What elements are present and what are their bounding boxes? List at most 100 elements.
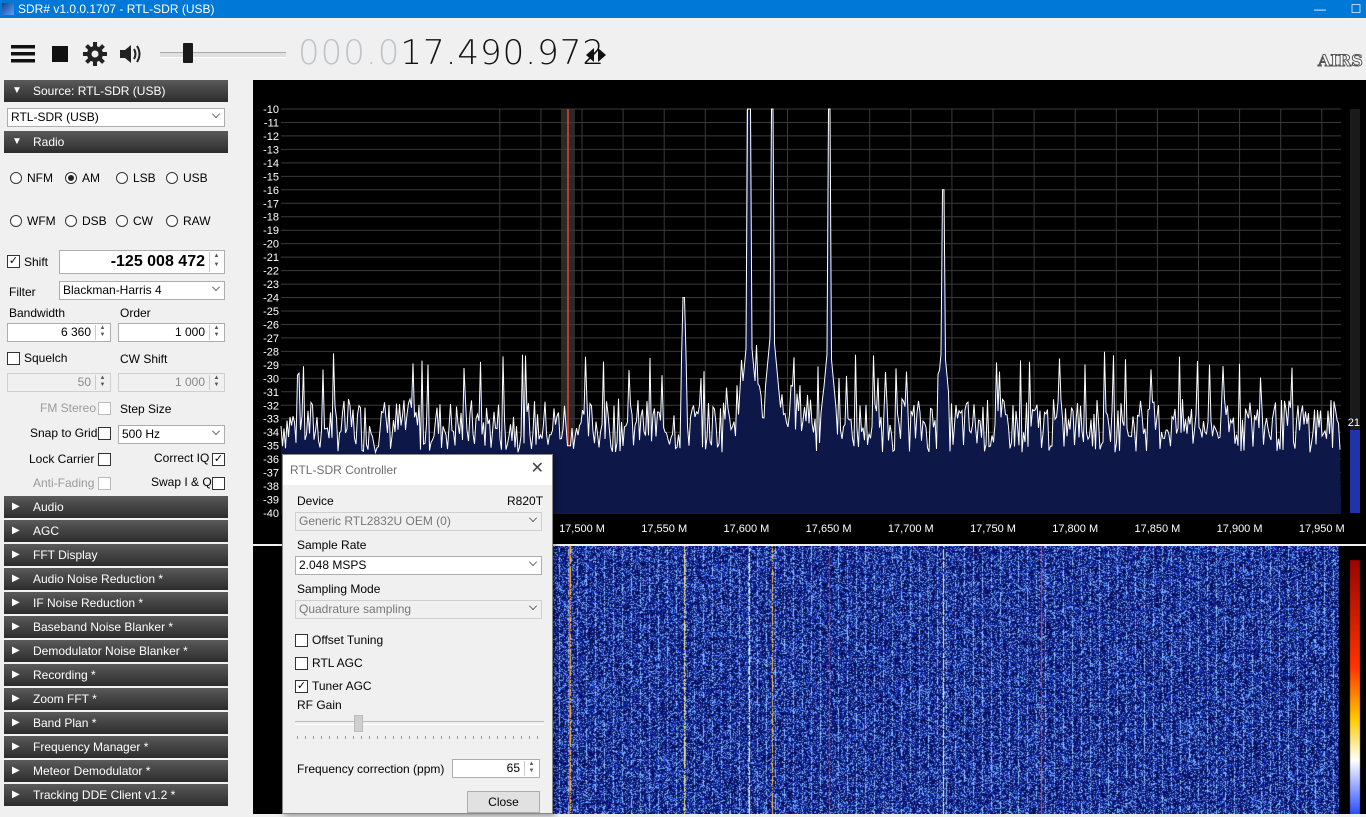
correct-iq-checkbox[interactable]: ✓ bbox=[212, 453, 225, 466]
expand-icon: ▶ bbox=[12, 765, 20, 776]
rtl-agc-checkbox[interactable] bbox=[295, 657, 308, 670]
step-size-select[interactable]: 500 Hz bbox=[118, 425, 225, 444]
mode-radio-raw[interactable] bbox=[166, 215, 178, 227]
y-tick-label: -34 bbox=[263, 427, 279, 439]
expand-icon: ▶ bbox=[12, 621, 20, 632]
sampling-mode-select[interactable]: Quadrature sampling bbox=[295, 600, 542, 619]
anti-fading-checkbox[interactable] bbox=[98, 477, 111, 490]
expand-icon: ▶ bbox=[12, 549, 20, 560]
sample-rate-select[interactable]: 2.048 MSPS bbox=[295, 556, 542, 575]
x-tick-label: 17,800 M bbox=[1052, 523, 1098, 535]
y-tick-label: -30 bbox=[263, 373, 279, 385]
spinner-icon[interactable]: ▲ ▼ bbox=[95, 325, 109, 340]
panel-header-if-noise-reduction[interactable]: ▶ IF Noise Reduction * bbox=[4, 592, 228, 614]
source-select-value: RTL-SDR (USB) bbox=[11, 110, 99, 124]
sample-rate-label: Sample Rate bbox=[297, 538, 367, 552]
filter-label: Filter bbox=[9, 285, 36, 299]
chevron-down-icon bbox=[529, 514, 537, 522]
offset-tuning-checkbox[interactable] bbox=[295, 634, 308, 647]
chevron-down-icon bbox=[212, 283, 220, 291]
frequency-correction-input[interactable]: 65 ▲ ▼ bbox=[452, 759, 540, 778]
y-tick-label: -38 bbox=[263, 481, 279, 493]
squelch-input[interactable]: 50 ▲ ▼ bbox=[7, 373, 111, 392]
panel-header-demodulator-noise-blanker[interactable]: ▶ Demodulator Noise Blanker * bbox=[4, 640, 228, 662]
squelch-checkbox[interactable] bbox=[7, 352, 20, 365]
menu-icon[interactable] bbox=[10, 41, 36, 67]
y-tick-label: -10 bbox=[263, 104, 279, 116]
rf-gain-ticks bbox=[297, 736, 542, 739]
cw-shift-input[interactable]: 1 000 ▲ ▼ bbox=[118, 373, 225, 392]
mode-label-nfm: NFM bbox=[27, 171, 53, 185]
shift-value: -125 008 472 bbox=[110, 253, 205, 270]
tuner-agc-checkbox[interactable]: ✓ bbox=[295, 680, 308, 693]
squelch-value: 50 bbox=[77, 375, 91, 389]
panel-header-zoom-fft[interactable]: ▶ Zoom FFT * bbox=[4, 688, 228, 710]
x-tick-label: 17,950 M bbox=[1299, 523, 1345, 535]
mode-label-cw: CW bbox=[133, 214, 153, 228]
mode-radio-cw[interactable] bbox=[116, 215, 128, 227]
panel-header-band-plan[interactable]: ▶ Band Plan * bbox=[4, 712, 228, 734]
source-header[interactable]: ▼ Source: RTL-SDR (USB) bbox=[4, 80, 228, 102]
frequency-display[interactable]: 000.017.490.972 bbox=[298, 33, 605, 73]
spinner-icon[interactable]: ▲ ▼ bbox=[209, 252, 223, 272]
mode-radio-am[interactable] bbox=[65, 172, 77, 184]
y-tick-label: -14 bbox=[263, 158, 279, 170]
mode-radio-dsb[interactable] bbox=[65, 215, 77, 227]
spinner-icon[interactable]: ▲ ▼ bbox=[209, 325, 223, 340]
radio-header[interactable]: ▼ Radio bbox=[4, 131, 228, 153]
close-button[interactable]: Close bbox=[467, 791, 540, 813]
panel-header-agc[interactable]: ▶ AGC bbox=[4, 520, 228, 542]
tuning-arrows-icon[interactable] bbox=[584, 46, 608, 64]
panel-header-fft-display[interactable]: ▶ FFT Display bbox=[4, 544, 228, 566]
panel-header-label: Baseband Noise Blanker * bbox=[33, 620, 174, 634]
spinner-icon[interactable]: ▲ ▼ bbox=[524, 761, 538, 776]
snap-to-grid-checkbox[interactable] bbox=[98, 427, 111, 440]
bandwidth-input[interactable]: 6 360 ▲ ▼ bbox=[7, 323, 111, 342]
panel-header-recording[interactable]: ▶ Recording * bbox=[4, 664, 228, 686]
minimize-button[interactable]: — bbox=[1310, 0, 1330, 18]
lock-carrier-checkbox[interactable] bbox=[98, 453, 111, 466]
order-input[interactable]: 1 000 ▲ ▼ bbox=[118, 323, 225, 342]
swap-iq-checkbox[interactable] bbox=[212, 477, 225, 490]
mode-label-am: AM bbox=[82, 171, 100, 185]
mode-radio-lsb[interactable] bbox=[116, 172, 128, 184]
volume-slider-thumb[interactable] bbox=[183, 43, 194, 63]
speaker-icon[interactable] bbox=[117, 41, 143, 67]
y-tick-label: -26 bbox=[263, 319, 279, 331]
mode-radio-usb[interactable] bbox=[166, 172, 178, 184]
panel-header-baseband-noise-blanker[interactable]: ▶ Baseband Noise Blanker * bbox=[4, 616, 228, 638]
source-select[interactable]: RTL-SDR (USB) bbox=[7, 108, 225, 127]
maximize-button[interactable]: ☐ bbox=[1346, 0, 1366, 18]
mode-radio-wfm[interactable] bbox=[10, 215, 22, 227]
y-tick-label: -29 bbox=[263, 360, 279, 372]
fm-stereo-checkbox[interactable] bbox=[98, 402, 111, 415]
panel-header-tracking-dde-client-v1-2[interactable]: ▶ Tracking DDE Client v1.2 * bbox=[4, 784, 228, 806]
fm-stereo-label: FM Stereo bbox=[40, 401, 97, 415]
device-label: Device bbox=[297, 494, 334, 508]
shift-input[interactable]: -125 008 472 ▲ ▼ bbox=[59, 250, 225, 274]
mode-radio-nfm[interactable] bbox=[10, 172, 22, 184]
rf-gain-slider[interactable] bbox=[295, 721, 544, 725]
device-select[interactable]: Generic RTL2832U OEM (0) bbox=[295, 512, 542, 531]
y-tick-label: -33 bbox=[263, 414, 279, 426]
spinner-icon[interactable]: ▲ ▼ bbox=[95, 375, 109, 390]
filter-select[interactable]: Blackman-Harris 4 bbox=[59, 281, 225, 300]
gear-icon[interactable] bbox=[82, 41, 108, 67]
spinner-icon[interactable]: ▲ ▼ bbox=[209, 375, 223, 390]
volume-slider[interactable] bbox=[160, 52, 286, 58]
swap-iq-label: Swap I & Q bbox=[151, 475, 212, 489]
expand-icon: ▶ bbox=[12, 597, 20, 608]
frequency-correction-label: Frequency correction (ppm) bbox=[297, 762, 445, 776]
frequency-dim-digits: 000.0 bbox=[298, 33, 401, 73]
close-icon[interactable]: ✕ bbox=[531, 455, 544, 483]
panel-header-label: Zoom FFT * bbox=[33, 692, 97, 706]
panel-header-audio[interactable]: ▶ Audio bbox=[4, 496, 228, 518]
panel-header-audio-noise-reduction[interactable]: ▶ Audio Noise Reduction * bbox=[4, 568, 228, 590]
panel-header-meteor-demodulator[interactable]: ▶ Meteor Demodulator * bbox=[4, 760, 228, 782]
shift-checkbox[interactable]: ✓ bbox=[7, 255, 20, 268]
panel-header-frequency-manager[interactable]: ▶ Frequency Manager * bbox=[4, 736, 228, 758]
y-tick-label: -32 bbox=[263, 400, 279, 412]
x-tick-label: 17,850 M bbox=[1134, 523, 1180, 535]
rf-gain-slider-thumb[interactable] bbox=[354, 715, 363, 732]
stop-icon[interactable] bbox=[47, 41, 73, 67]
